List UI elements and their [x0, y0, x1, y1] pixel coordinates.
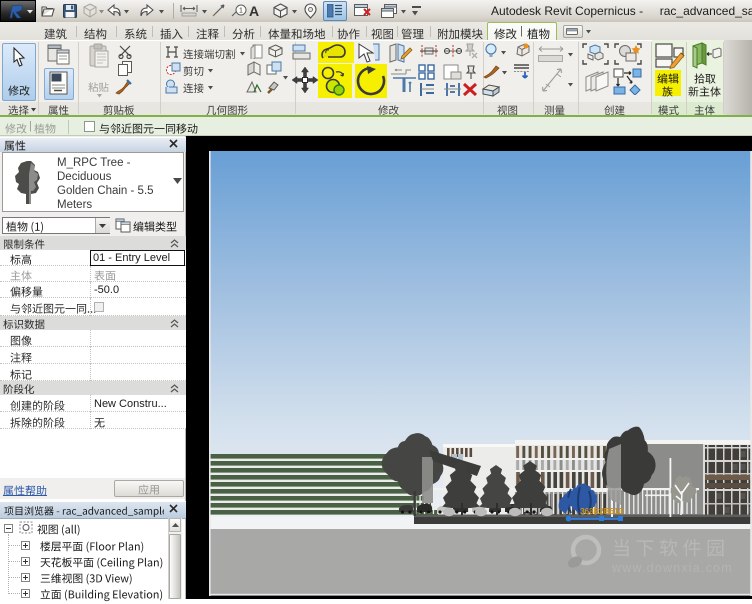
svg-text:1: 1	[239, 8, 243, 15]
svg-text:www.downxia.com: www.downxia.com	[611, 561, 733, 575]
svg-text:363E2B513: 363E2B513	[580, 506, 624, 516]
